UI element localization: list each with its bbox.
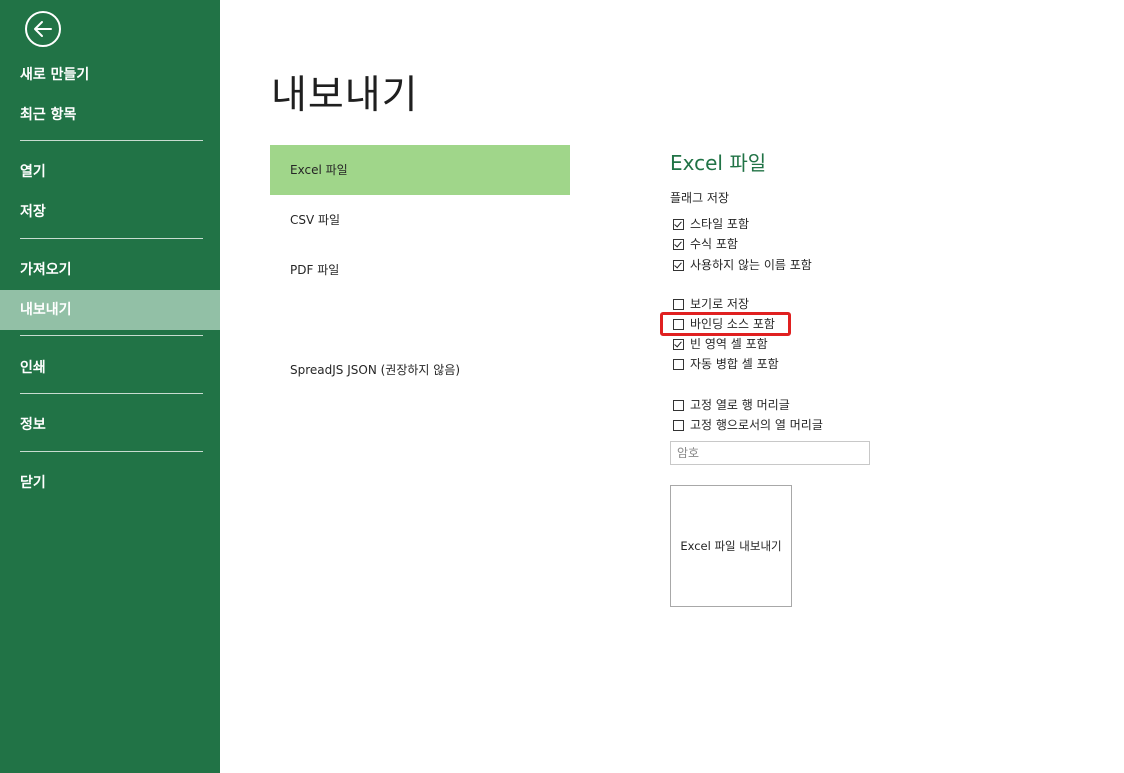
sidebar-divider	[20, 238, 203, 239]
sidebar-item-new[interactable]: 새로 만들기	[0, 55, 220, 95]
checkbox[interactable]	[673, 298, 684, 310]
sidebar-item-import[interactable]: 가져오기	[0, 250, 220, 290]
sidebar-item-recent[interactable]: 최근 항목	[0, 95, 220, 135]
sidebar-item-export[interactable]: 내보내기	[0, 290, 220, 330]
export-type-spreadjs-json[interactable]: SpreadJS JSON (권장하지 않음)	[270, 345, 570, 395]
checkbox[interactable]	[673, 238, 684, 250]
sidebar-divider	[20, 451, 203, 452]
checkbox[interactable]	[673, 338, 684, 350]
sidebar-item-open[interactable]: 열기	[0, 152, 220, 192]
option-label: 보기로 저장	[690, 297, 750, 311]
export-type-pdf[interactable]: PDF 파일	[270, 245, 570, 295]
option-include-unused-names[interactable]: 사용하지 않는 이름 포함	[673, 257, 812, 273]
option-label: 빈 영역 셀 포함	[690, 337, 768, 351]
option-include-styles[interactable]: 스타일 포함	[673, 216, 749, 232]
checkbox[interactable]	[673, 358, 684, 370]
sidebar-item-close[interactable]: 닫기	[0, 463, 220, 503]
sidebar-divider	[20, 335, 203, 336]
highlight-box	[660, 312, 791, 336]
flags-label: 플래그 저장	[670, 191, 730, 205]
checkbox[interactable]	[673, 419, 684, 431]
sidebar-divider	[20, 393, 203, 394]
sidebar-item-print[interactable]: 인쇄	[0, 348, 220, 388]
export-type-excel[interactable]: Excel 파일	[270, 145, 570, 195]
option-frozen-row-as-column-header[interactable]: 고정 행으로서의 열 머리글	[673, 417, 823, 433]
page-title: 내보내기	[271, 73, 419, 118]
sidebar-divider	[20, 140, 203, 141]
option-save-as-view[interactable]: 보기로 저장	[673, 296, 749, 312]
option-label: 고정 열로 행 머리글	[690, 398, 790, 412]
option-include-auto-merged-cells[interactable]: 자동 병합 셀 포함	[673, 356, 779, 372]
option-label: 수식 포함	[690, 237, 738, 251]
export-type-csv[interactable]: CSV 파일	[270, 195, 570, 245]
checkbox[interactable]	[673, 259, 684, 271]
back-arrow-icon[interactable]	[25, 11, 61, 47]
sidebar-item-info[interactable]: 정보	[0, 405, 220, 445]
option-label: 사용하지 않는 이름 포함	[690, 258, 812, 272]
sidebar-item-save[interactable]: 저장	[0, 192, 220, 232]
sidebar: 새로 만들기 최근 항목 열기 저장 가져오기 내보내기 인쇄 정보 닫기	[0, 0, 220, 773]
option-frozen-column-as-row-header[interactable]: 고정 열로 행 머리글	[673, 397, 790, 413]
option-label: 스타일 포함	[690, 217, 750, 231]
export-excel-button[interactable]: Excel 파일 내보내기	[670, 485, 792, 607]
option-label: 자동 병합 셀 포함	[690, 357, 779, 371]
option-include-formulas[interactable]: 수식 포함	[673, 236, 738, 252]
checkbox[interactable]	[673, 399, 684, 411]
password-input[interactable]	[670, 441, 870, 465]
option-label: 고정 행으로서의 열 머리글	[690, 418, 823, 432]
option-include-empty-region-cells[interactable]: 빈 영역 셀 포함	[673, 336, 768, 352]
checkbox[interactable]	[673, 218, 684, 230]
panel-title: Excel 파일	[670, 151, 767, 175]
